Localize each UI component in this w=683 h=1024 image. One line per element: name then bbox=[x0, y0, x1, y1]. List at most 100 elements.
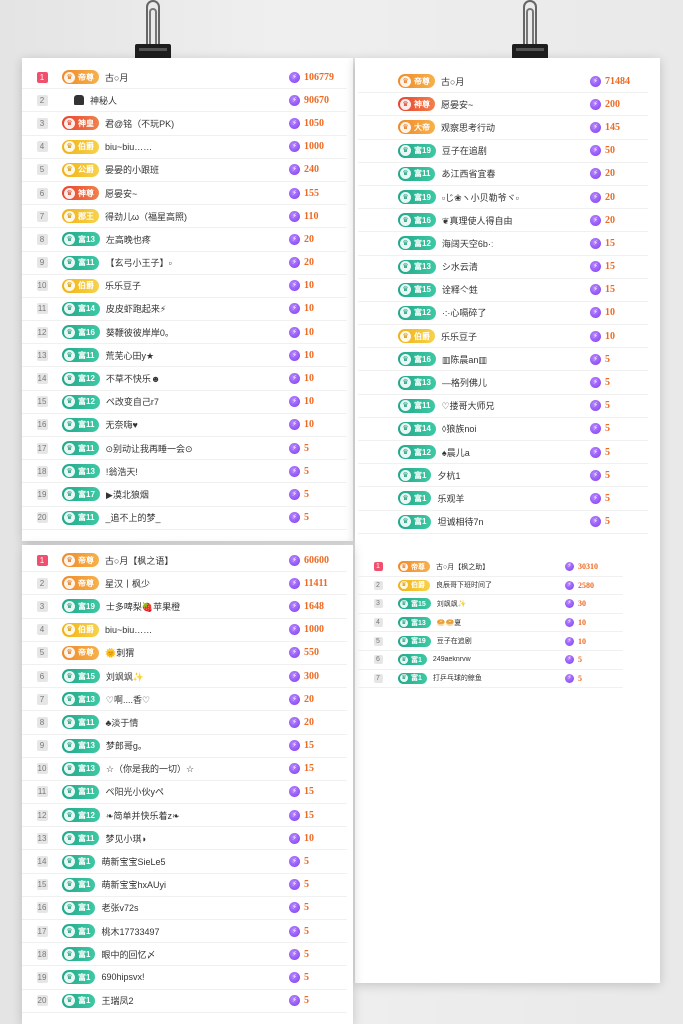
user-name[interactable]: 萌新宝宝hxAUyi bbox=[101, 878, 289, 891]
list-item[interactable]: 10 ♛ 伯爵 乐乐豆子 ⚡ 10 bbox=[22, 275, 347, 298]
user-name[interactable]: 愿晏安~ bbox=[441, 98, 590, 111]
user-name[interactable]: 眼中的回忆〆 bbox=[101, 948, 289, 961]
list-item[interactable]: 18 ♛ 富1 眼中的回忆〆 ⚡ 5 bbox=[22, 943, 347, 967]
list-item[interactable]: 8 ♛ 富13 左高晚也疼 ⚡ 20 bbox=[22, 228, 347, 252]
user-name[interactable]: 良辰哥下班时间了 bbox=[436, 580, 565, 590]
user-name[interactable]: 梦见小琪◗ bbox=[105, 832, 289, 845]
list-item[interactable]: 2 神秘人 ⚡ 90670 bbox=[22, 89, 347, 113]
user-name[interactable]: 古○月【枫之助】 bbox=[436, 562, 565, 572]
user-name[interactable]: 荒芜心田y★ bbox=[105, 349, 289, 362]
user-name[interactable]: 君@铭（不玩PK) bbox=[105, 117, 289, 130]
list-item[interactable]: ♛ 富19 豆子在追剧 ⚡ 50 bbox=[358, 140, 648, 163]
user-name[interactable]: ◊狼族noi bbox=[442, 422, 590, 435]
user-name[interactable]: ❦真理使人得自由 bbox=[442, 214, 590, 227]
user-name[interactable]: ▫じ❀ヽ小贝勒爷ヾ▫ bbox=[442, 191, 590, 204]
list-item[interactable]: 1 ♛ 帝尊 古○月【枫之语】 ⚡ 60600 bbox=[22, 549, 347, 573]
user-name[interactable]: 夕杭1 bbox=[437, 469, 590, 482]
user-name[interactable]: ·:·心嗝碎了 bbox=[442, 306, 590, 319]
user-name[interactable]: 神秘人 bbox=[90, 94, 289, 107]
user-name[interactable]: 左高晚也疼 bbox=[106, 233, 289, 246]
user-name[interactable]: ☆（你是我的一切）☆ bbox=[106, 762, 289, 775]
user-name[interactable]: 豆子在追剧 bbox=[442, 144, 590, 157]
list-item[interactable]: 7 ♛ 富13 ♡啊....香♡ ⚡ 20 bbox=[22, 688, 347, 712]
user-name[interactable]: 不草不快乐☻ bbox=[106, 372, 289, 385]
list-item[interactable]: 16 ♛ 富1 老张v72s ⚡ 5 bbox=[22, 897, 347, 920]
list-item[interactable]: 3 ♛ 富19 士多啤梨🍓苹果橙 ⚡ 1648 bbox=[22, 595, 347, 619]
user-name[interactable]: ペ改变自己r7 bbox=[106, 395, 289, 408]
list-item[interactable]: ♛ 富11 ♡搂哥大师兄 ⚡ 5 bbox=[358, 395, 648, 418]
list-item[interactable]: ♛ 富13 —格列佛儿 ⚡ 5 bbox=[358, 371, 648, 395]
list-item[interactable]: 2 ♛ 伯爵 良辰哥下班时间了 ⚡ 2580 bbox=[358, 577, 623, 596]
list-item[interactable]: ♛ 富1 夕杭1 ⚡ 5 bbox=[358, 464, 648, 488]
list-item[interactable]: 19 ♛ 富17 ▶漠北狼烟 ⚡ 5 bbox=[22, 483, 347, 507]
user-name[interactable]: 愿晏安~ bbox=[105, 187, 289, 200]
user-name[interactable]: ♡啊....香♡ bbox=[106, 693, 289, 706]
user-name[interactable]: ⊙别动让我再睡一会⊙ bbox=[105, 442, 289, 455]
user-name[interactable]: 豆子在追剧 bbox=[437, 636, 565, 646]
user-name[interactable]: 刘飒飒✨ bbox=[437, 599, 565, 609]
list-item[interactable]: 3 ♛ 神皇 君@铭（不玩PK) ⚡ 1050 bbox=[22, 112, 347, 136]
list-item[interactable]: 9 ♛ 富11 【玄弓小王子】▫ ⚡ 20 bbox=[22, 252, 347, 275]
list-item[interactable]: ♛ 富15 诠释亽甡 ⚡ 15 bbox=[358, 279, 648, 302]
user-name[interactable]: 星汉丨枫少 bbox=[105, 577, 289, 590]
user-name[interactable]: 古○月 bbox=[105, 71, 289, 84]
user-name[interactable]: 老张v72s bbox=[101, 901, 289, 914]
user-name[interactable]: 皮皮虾跑起来⚡ bbox=[106, 302, 289, 315]
list-item[interactable]: 12 ♛ 富16 葵鞭彼彼岸岸0。 ⚡ 10 bbox=[22, 321, 347, 345]
list-item[interactable]: 14 ♛ 富12 不草不快乐☻ ⚡ 10 bbox=[22, 367, 347, 391]
list-item[interactable]: ♛ 伯爵 乐乐豆子 ⚡ 10 bbox=[358, 325, 648, 349]
user-name[interactable]: ペ阳光小伙yペ bbox=[105, 785, 289, 798]
user-name[interactable]: ▶漠北狼烟 bbox=[106, 488, 289, 501]
user-name[interactable]: biu~biu…… bbox=[105, 142, 289, 152]
user-name[interactable]: あ江西省宜春 bbox=[441, 167, 590, 180]
user-name[interactable]: !翁浩天! bbox=[106, 465, 289, 478]
list-item[interactable]: 5 ♛ 帝尊 🌞刺猬 ⚡ 550 bbox=[22, 642, 347, 665]
user-name[interactable]: ♣淡于情 bbox=[105, 716, 289, 729]
user-name[interactable]: ♠晨儿a bbox=[442, 446, 590, 459]
list-item[interactable]: 7 ♛ 富1 打乒乓球的鲸鱼 ⚡ 5 bbox=[358, 670, 623, 689]
user-name[interactable]: 乐乐豆子 bbox=[105, 279, 289, 292]
list-item[interactable]: 9 ♛ 富13 梦郎哥g。 ⚡ 15 bbox=[22, 735, 347, 758]
list-item[interactable]: 17 ♛ 富11 ⊙别动让我再睡一会⊙ ⚡ 5 bbox=[22, 437, 347, 461]
list-item[interactable]: 1 ♛ 帝尊 古○月 ⚡ 106779 bbox=[22, 66, 347, 90]
list-item[interactable]: ♛ 帝尊 古○月 ⚡ 71484 bbox=[358, 70, 648, 94]
user-name[interactable]: 690hipsvx! bbox=[101, 972, 289, 982]
list-item[interactable]: 7 ♛ 郡王 得劲儿ω（福星高照) ⚡ 110 bbox=[22, 205, 347, 229]
user-name[interactable]: 刘飒飒✨ bbox=[106, 670, 289, 683]
user-name[interactable]: 乐观羊 bbox=[437, 492, 590, 505]
user-name[interactable]: シ水云清 bbox=[442, 260, 590, 273]
user-name[interactable]: 古○月 bbox=[441, 75, 590, 88]
user-name[interactable]: 诠释亽甡 bbox=[442, 283, 590, 296]
list-item[interactable]: 6 ♛ 神尊 愿晏安~ ⚡ 155 bbox=[22, 182, 347, 206]
user-name[interactable]: 乐乐豆子 bbox=[441, 330, 590, 343]
list-item[interactable]: ♛ 大帝 观察思考行动 ⚡ 145 bbox=[358, 116, 648, 140]
list-item[interactable]: ♛ 富19 ▫じ❀ヽ小贝勒爷ヾ▫ ⚡ 20 bbox=[358, 186, 648, 210]
list-item[interactable]: ♛ 富16 ❦真理使人得自由 ⚡ 20 bbox=[358, 209, 648, 233]
list-item[interactable]: ♛ 富12 ♠晨儿a ⚡ 5 bbox=[358, 441, 648, 465]
user-name[interactable]: 海阔天空6b·ː bbox=[442, 237, 590, 250]
list-item[interactable]: 6 ♛ 富15 刘飒飒✨ ⚡ 300 bbox=[22, 665, 347, 689]
list-item[interactable]: 3 ♛ 富15 刘飒飒✨ ⚡ 30 bbox=[358, 595, 623, 614]
user-name[interactable]: 坦诚相待7n bbox=[437, 515, 590, 528]
user-name[interactable]: 葵鞭彼彼岸岸0。 bbox=[106, 326, 289, 339]
user-name[interactable]: 打乒乓球的鲸鱼 bbox=[433, 673, 565, 683]
user-name[interactable]: 无奈嗨♥ bbox=[105, 418, 289, 431]
list-item[interactable]: ♛ 富16 ▥陈晨an▥ ⚡ 5 bbox=[358, 348, 648, 372]
list-item[interactable]: 2 ♛ 帝尊 星汉丨枫少 ⚡ 11411 bbox=[22, 572, 347, 596]
list-item[interactable]: 11 ♛ 富11 ペ阳光小伙yペ ⚡ 15 bbox=[22, 781, 347, 805]
list-item[interactable]: 5 ♛ 公爵 晏晏的小跟班 ⚡ 240 bbox=[22, 159, 347, 182]
user-name[interactable]: 249aeknrvw bbox=[433, 656, 565, 663]
list-item[interactable]: 11 ♛ 富14 皮皮虾跑起来⚡ ⚡ 10 bbox=[22, 298, 347, 322]
list-item[interactable]: 4 ♛ 伯爵 biu~biu…… ⚡ 1000 bbox=[22, 136, 347, 159]
user-name[interactable]: 得劲儿ω（福星高照) bbox=[105, 210, 289, 223]
list-item[interactable]: ♛ 神尊 愿晏安~ ⚡ 200 bbox=[358, 93, 648, 117]
list-item[interactable]: ♛ 富1 坦诚相待7n ⚡ 5 bbox=[358, 511, 648, 534]
user-name[interactable]: 晏晏的小跟班 bbox=[105, 163, 289, 176]
list-item[interactable]: 20 ♛ 富11 _追不上的梦_ ⚡ 5 bbox=[22, 507, 347, 530]
list-item[interactable]: 15 ♛ 富1 萌新宝宝hxAUyi ⚡ 5 bbox=[22, 874, 347, 897]
user-name[interactable]: 桃木17733497 bbox=[101, 925, 289, 938]
user-name[interactable]: 观察思考行动 bbox=[441, 121, 590, 134]
user-name[interactable]: ▥陈晨an▥ bbox=[442, 353, 590, 366]
user-name[interactable]: ❧简单并快乐着z❧ bbox=[106, 809, 289, 822]
user-name[interactable]: _追不上的梦_ bbox=[105, 511, 289, 524]
